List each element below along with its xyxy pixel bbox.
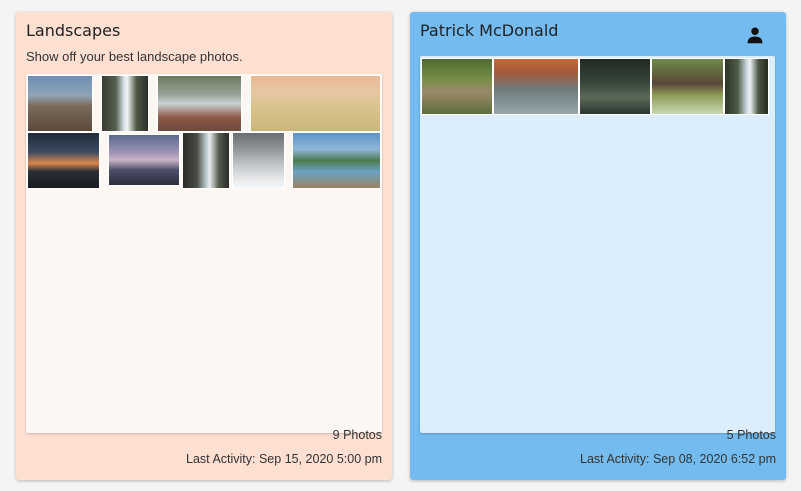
photo-thumbnail[interactable] xyxy=(493,58,579,115)
album-card-landscapes[interactable]: Landscapes Show off your best landscape … xyxy=(16,12,392,480)
photo-thumbnail[interactable] xyxy=(27,132,100,189)
album-title[interactable]: Landscapes xyxy=(26,21,120,40)
photo-thumbnail[interactable] xyxy=(157,75,242,132)
album-description: Show off your best landscape photos. xyxy=(26,49,243,64)
photo-count: 9 Photos xyxy=(332,428,382,442)
photo-thumbnail[interactable] xyxy=(579,58,651,115)
photo-thumbnail[interactable] xyxy=(724,58,769,115)
album-title[interactable]: Patrick McDonald xyxy=(420,21,558,40)
photo-thumbnail[interactable] xyxy=(108,134,180,186)
photo-thumbnail[interactable] xyxy=(182,132,230,189)
photo-thumbnail[interactable] xyxy=(232,132,285,189)
album-card-patrick-mcdonald[interactable]: Patrick McDonald 5 Photos Last Activity:… xyxy=(410,12,786,480)
user-icon[interactable] xyxy=(746,26,764,44)
photo-grid xyxy=(26,74,382,433)
photo-grid xyxy=(420,56,775,433)
photo-thumbnail[interactable] xyxy=(101,75,149,132)
last-activity: Last Activity: Sep 15, 2020 5:00 pm xyxy=(186,452,382,466)
photo-thumbnail[interactable] xyxy=(651,58,724,115)
photo-count: 5 Photos xyxy=(726,428,776,442)
photo-thumbnail[interactable] xyxy=(27,75,93,132)
photo-thumbnail[interactable] xyxy=(250,75,381,132)
photo-thumbnail[interactable] xyxy=(292,132,381,189)
photo-thumbnail[interactable] xyxy=(421,58,493,115)
last-activity: Last Activity: Sep 08, 2020 6:52 pm xyxy=(580,452,776,466)
